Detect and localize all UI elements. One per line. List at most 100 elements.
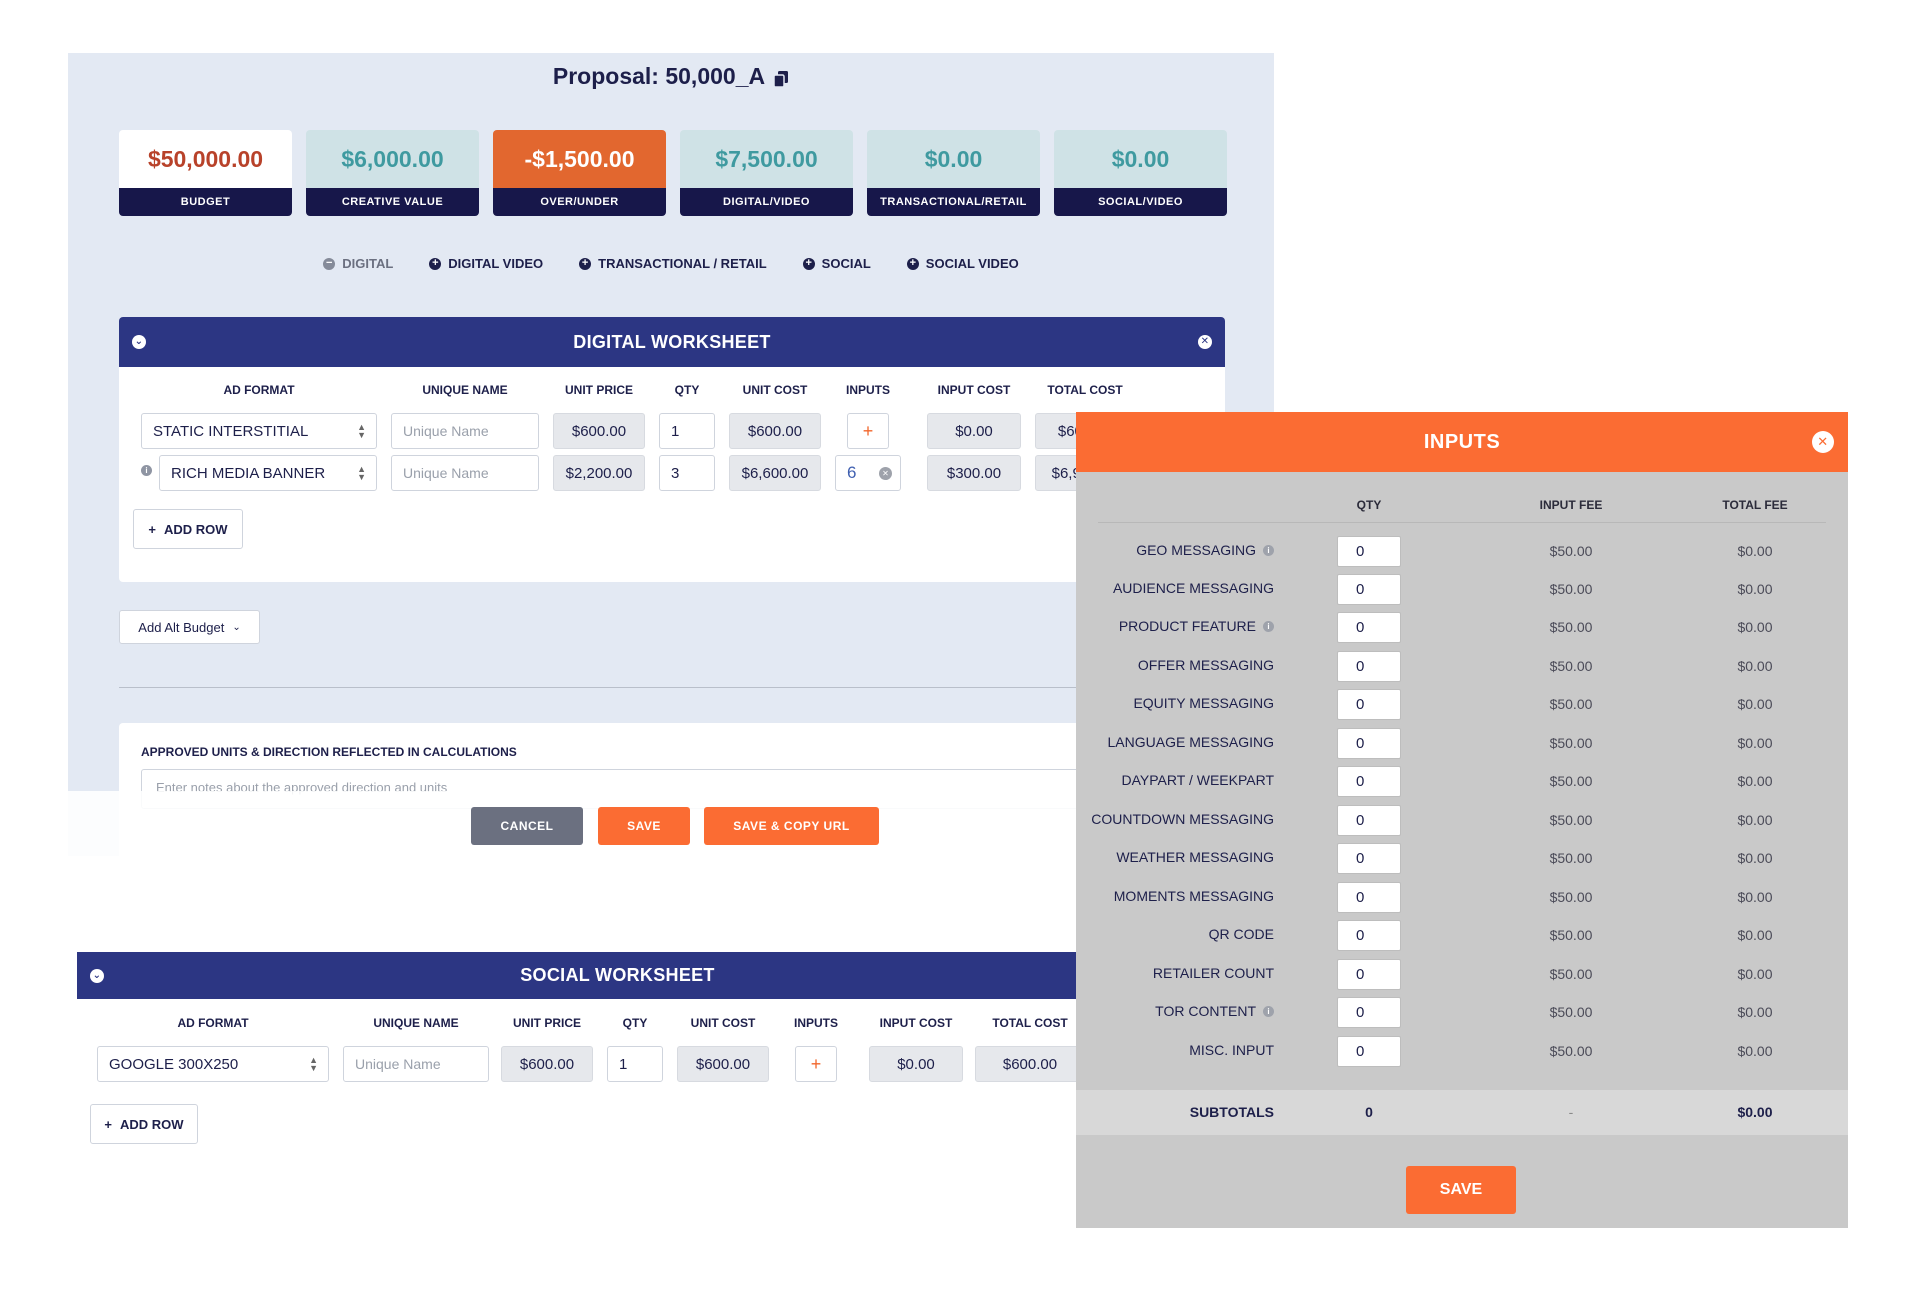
input-qty-field[interactable]: 0 xyxy=(1337,843,1401,874)
input-row-label: TOR CONTENT i xyxy=(1155,1003,1274,1019)
chevron-down-icon[interactable]: ⌄ xyxy=(90,968,104,983)
tab-social-video[interactable]: + SOCIAL VIDEO xyxy=(906,256,1019,271)
col-unit-price: UNIT PRICE xyxy=(512,1016,581,1030)
input-total-value: $0.00 xyxy=(1737,581,1773,597)
plus-circle-icon: + xyxy=(802,257,815,270)
input-row-label-text: RETAILER COUNT xyxy=(1152,965,1274,981)
input-total-value: $0.00 xyxy=(1737,927,1773,943)
input-qty-field[interactable]: 0 xyxy=(1337,651,1401,682)
card-budget-label: BUDGET xyxy=(119,188,292,216)
add-row-button[interactable]: + ADD ROW xyxy=(90,1104,198,1144)
tab-digital-video[interactable]: + DIGITAL VIDEO xyxy=(429,256,543,271)
input-qty-field[interactable]: 0 xyxy=(1337,805,1401,836)
info-icon[interactable]: i xyxy=(1263,1005,1274,1017)
card-over-under: -$1,500.00 OVER/UNDER xyxy=(493,130,666,216)
col-total-fee: TOTAL FEE xyxy=(1722,498,1788,512)
copy-icon[interactable] xyxy=(773,67,789,88)
select-arrows-icon: ▲ ▼ xyxy=(309,1055,318,1073)
card-creative-value-label: CREATIVE VALUE xyxy=(306,188,479,216)
notes-title: APPROVED UNITS & DIRECTION REFLECTED IN … xyxy=(141,745,517,759)
qty-input[interactable]: 1 xyxy=(659,413,715,449)
proposal-title: Proposal: 50,000_A xyxy=(68,63,1274,90)
digital-worksheet-header: ⌄ DIGITAL WORKSHEET ✕ xyxy=(119,317,1225,367)
input-qty-field[interactable]: 0 xyxy=(1337,536,1401,567)
add-row-button[interactable]: + ADD ROW xyxy=(133,509,243,549)
input-qty-field[interactable]: 0 xyxy=(1337,612,1401,643)
input-total-value: $0.00 xyxy=(1737,658,1773,674)
card-social-video-label: SOCIAL/VIDEO xyxy=(1054,188,1227,216)
input-row-label-text: QR CODE xyxy=(1208,926,1274,942)
input-row: AUDIENCE MESSAGING 0 $50.00 $0.00 xyxy=(1076,574,1848,605)
input-row: EQUITY MESSAGING 0 $50.00 $0.00 xyxy=(1076,689,1848,720)
chevron-down-icon[interactable]: ⌄ xyxy=(132,335,146,349)
info-icon[interactable]: i xyxy=(1263,620,1274,632)
unique-name-input[interactable]: Unique Name xyxy=(391,413,539,449)
save-button[interactable]: SAVE xyxy=(598,807,690,845)
add-inputs-button[interactable]: + xyxy=(847,413,889,449)
info-icon[interactable]: i xyxy=(141,465,152,476)
ad-format-select[interactable]: STATIC INTERSTITIAL ▲ ▼ xyxy=(141,413,377,449)
card-budget: $50,000.00 BUDGET xyxy=(119,130,292,216)
input-qty-field[interactable]: 0 xyxy=(1337,920,1401,951)
input-row-label-text: WEATHER MESSAGING xyxy=(1116,849,1274,865)
input-row-label-text: GEO MESSAGING xyxy=(1136,542,1256,558)
tab-social[interactable]: + SOCIAL xyxy=(802,256,871,271)
card-digital-video-label: DIGITAL/VIDEO xyxy=(680,188,853,216)
input-total-value: $0.00 xyxy=(1737,966,1773,982)
inputs-count[interactable]: 6 ✕ xyxy=(835,455,901,491)
minus-circle-icon: − xyxy=(323,257,336,270)
input-row: PRODUCT FEATURE i 0 $50.00 $0.00 xyxy=(1076,612,1848,643)
save-copy-url-button[interactable]: SAVE & COPY URL xyxy=(704,807,879,845)
subtotals-qty: 0 xyxy=(1365,1104,1373,1120)
input-qty-field[interactable]: 0 xyxy=(1337,1036,1401,1067)
add-inputs-button[interactable]: + xyxy=(795,1046,837,1082)
input-total-value: $0.00 xyxy=(1737,543,1773,559)
plus-icon: + xyxy=(104,1116,113,1132)
input-qty-field[interactable]: 0 xyxy=(1337,689,1401,720)
inputs-modal-header: INPUTS ✕ xyxy=(1076,412,1848,472)
input-row-label: WEATHER MESSAGING xyxy=(1116,849,1274,865)
cancel-button[interactable]: CANCEL xyxy=(471,807,583,845)
ad-format-select[interactable]: RICH MEDIA BANNER ▲ ▼ xyxy=(159,455,377,491)
input-fee-value: $50.00 xyxy=(1549,619,1593,635)
qty-input[interactable]: 3 xyxy=(659,455,715,491)
tab-digital-video-label: DIGITAL VIDEO xyxy=(448,256,544,271)
unique-name-input[interactable]: Unique Name xyxy=(391,455,539,491)
tab-transactional-retail[interactable]: + TRANSACTIONAL / RETAIL xyxy=(579,256,767,271)
unit-price-value: $600.00 xyxy=(553,413,645,449)
tab-digital-label: DIGITAL xyxy=(342,256,394,271)
input-qty-field[interactable]: 0 xyxy=(1337,882,1401,913)
tab-social-video-label: SOCIAL VIDEO xyxy=(925,256,1019,271)
input-qty-field[interactable]: 0 xyxy=(1337,997,1401,1028)
unique-name-input[interactable]: Unique Name xyxy=(343,1046,489,1082)
input-row: QR CODE 0 $50.00 $0.00 xyxy=(1076,920,1848,951)
input-total-value: $0.00 xyxy=(1737,1004,1773,1020)
tab-digital[interactable]: − DIGITAL xyxy=(323,256,393,271)
ad-format-select[interactable]: GOOGLE 300X250 ▲ ▼ xyxy=(97,1046,329,1082)
col-ad-format: AD FORMAT xyxy=(177,1016,249,1030)
input-qty-field[interactable]: 0 xyxy=(1337,959,1401,990)
input-qty-field[interactable]: 0 xyxy=(1337,766,1401,797)
col-ad-format: AD FORMAT xyxy=(223,383,295,397)
input-row-label-text: DAYPART / WEEKPART xyxy=(1121,772,1274,788)
input-fee-value: $50.00 xyxy=(1549,773,1593,789)
input-cost-value: $300.00 xyxy=(927,455,1021,491)
close-icon[interactable]: ✕ xyxy=(1812,431,1834,453)
card-transactional-retail-value: $0.00 xyxy=(867,130,1040,188)
input-cost-value: $0.00 xyxy=(927,413,1021,449)
input-qty-field[interactable]: 0 xyxy=(1337,574,1401,605)
input-fee-value: $50.00 xyxy=(1549,735,1593,751)
digital-worksheet: ⌄ DIGITAL WORKSHEET ✕ AD FORMAT UNIQUE N… xyxy=(119,317,1225,582)
col-inputs: INPUTS xyxy=(793,1016,838,1030)
input-fee-value: $50.00 xyxy=(1549,1004,1593,1020)
col-input-cost: INPUT COST xyxy=(937,383,1011,397)
close-icon[interactable]: ✕ xyxy=(1198,335,1212,349)
info-icon[interactable]: i xyxy=(1263,544,1274,556)
save-button[interactable]: SAVE xyxy=(1406,1166,1516,1214)
input-cost-value: $0.00 xyxy=(869,1046,963,1082)
qty-input[interactable]: 1 xyxy=(607,1046,663,1082)
input-qty-field[interactable]: 0 xyxy=(1337,728,1401,759)
clear-icon[interactable]: ✕ xyxy=(879,467,892,480)
input-row: MOMENTS MESSAGING 0 $50.00 $0.00 xyxy=(1076,882,1848,913)
add-alt-budget-dropdown[interactable]: Add Alt Budget ⌄ xyxy=(119,610,260,644)
